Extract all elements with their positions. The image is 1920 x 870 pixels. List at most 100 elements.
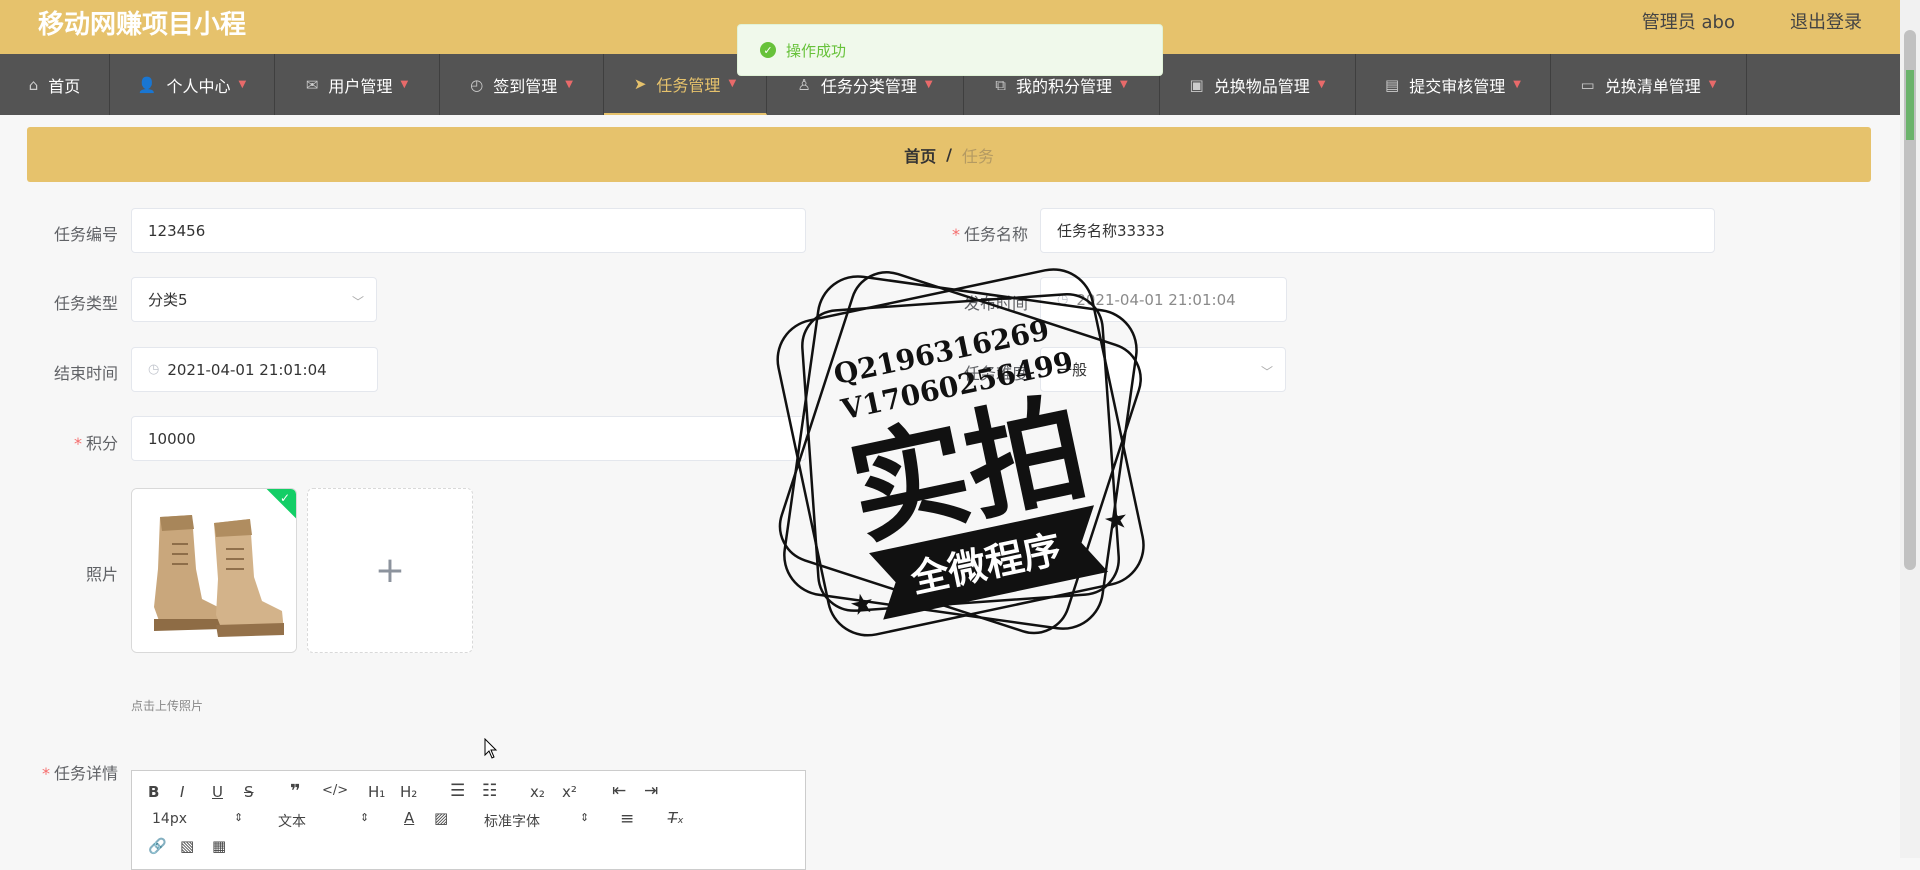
home-icon: ⌂: [28, 75, 39, 94]
admin-label: 管理员 abo: [1641, 12, 1735, 33]
end-time-value: 2021-04-01 21:01:04: [167, 360, 327, 379]
clear-format-icon[interactable]: T̶ₓ: [668, 809, 684, 827]
underline-icon[interactable]: U: [212, 783, 223, 801]
nav-item-user-manage[interactable]: ✉ 用户管理 ▼: [275, 54, 440, 115]
clipboard-icon: ▤: [1385, 75, 1400, 94]
format-select[interactable]: 文本: [278, 811, 306, 831]
crop-icon: ⧉: [995, 75, 1006, 94]
task-name-input[interactable]: 任务名称33333: [1040, 208, 1715, 253]
chevron-down-icon: ▼: [1120, 79, 1128, 90]
nav-item-signin-manage[interactable]: ◴ 签到管理 ▼: [440, 54, 604, 115]
breadcrumb-separator: /: [946, 145, 952, 164]
check-circle-icon: ✓: [760, 42, 776, 58]
required-mark: *: [951, 225, 960, 244]
mouse-cursor-icon: [484, 738, 498, 759]
chevron-down-icon: ▼: [1513, 79, 1521, 90]
nav-item-label: 用户管理: [328, 76, 393, 96]
mail-icon: ✉: [305, 75, 319, 94]
nav-item-label: 我的积分管理: [1016, 76, 1113, 96]
italic-icon[interactable]: I: [180, 783, 184, 801]
bullet-list-icon[interactable]: ☷: [482, 781, 497, 801]
updown-icon: ⇕: [580, 811, 590, 824]
chevron-down-icon: ▼: [924, 79, 933, 90]
task-type-label: 任务类型: [53, 294, 118, 313]
breadcrumb: 首页 / 任务: [27, 127, 1871, 182]
user-icon: 👤: [137, 75, 157, 94]
subscript-icon[interactable]: x₂: [530, 783, 545, 801]
uploaded-photo[interactable]: ✓: [131, 488, 297, 653]
task-no-value: 123456: [148, 221, 206, 240]
required-mark: *: [41, 764, 50, 783]
points-input[interactable]: 10000: [131, 416, 806, 461]
upload-tip: 点击上传照片: [131, 699, 204, 713]
nav-item-label: 任务管理: [656, 75, 721, 95]
breadcrumb-home[interactable]: 首页: [904, 143, 936, 167]
plus-icon: +: [374, 550, 406, 591]
paper-plane-icon: ➤: [633, 74, 647, 93]
chevron-down-icon: ▼: [238, 79, 247, 90]
briefcase-icon: ▣: [1189, 75, 1204, 94]
quote-icon[interactable]: ❞: [290, 781, 301, 802]
indent-icon[interactable]: ⇥: [644, 781, 658, 801]
superscript-icon[interactable]: x²: [562, 783, 577, 801]
task-name-label-text: 任务名称: [963, 225, 1028, 244]
task-name-value: 任务名称33333: [1057, 222, 1165, 240]
nav-item-personal-center[interactable]: 👤 个人中心 ▼: [110, 54, 275, 115]
watermark-stamp: Q2196316269 V17060256499 实拍 全微程序 ★ ★: [776, 268, 1145, 637]
heading2-icon[interactable]: H₂: [400, 783, 417, 801]
nav-item-submit-review-manage[interactable]: ▤ 提交审核管理 ▼: [1356, 54, 1551, 115]
task-type-value: 分类5: [148, 291, 188, 309]
task-type-select[interactable]: 分类5 ﹀: [131, 277, 377, 322]
end-time-input[interactable]: ◷ 2021-04-01 21:01:04: [131, 347, 378, 392]
chevron-down-icon: ▼: [1708, 79, 1717, 90]
font-size-select[interactable]: 14px: [152, 811, 187, 827]
photo-label: 照片: [85, 565, 118, 584]
nav-item-exchange-list-manage[interactable]: ▭ 兑换清单管理 ▼: [1551, 54, 1747, 115]
success-toast: ✓ 操作成功: [737, 24, 1163, 76]
font-color-icon[interactable]: A: [404, 809, 414, 827]
nav-item-label: 个人中心: [166, 76, 231, 96]
nav-item-label: 提交审核管理: [1409, 76, 1506, 96]
nav-item-exchange-goods-manage[interactable]: ▣ 兑换物品管理 ▼: [1160, 54, 1356, 115]
boots-image: [132, 489, 296, 652]
align-icon[interactable]: ≡: [620, 809, 634, 829]
points-value: 10000: [148, 429, 196, 448]
points-label-text: 积分: [85, 434, 118, 453]
font-family-select[interactable]: 标准字体: [484, 811, 540, 831]
vertical-scrollbar[interactable]: [1900, 0, 1920, 858]
logout-link[interactable]: 退出登录: [1790, 8, 1862, 34]
ordered-list-icon[interactable]: ☰: [450, 781, 465, 801]
app-title: 移动网赚项目小程: [38, 10, 247, 40]
details-label-text: 任务详情: [53, 764, 118, 783]
chevron-down-icon: ▼: [400, 79, 409, 90]
task-no-input[interactable]: 123456: [131, 208, 806, 253]
video-icon[interactable]: ▦: [212, 837, 226, 855]
heading1-icon[interactable]: H₁: [368, 783, 385, 801]
outdent-icon[interactable]: ⇤: [612, 781, 626, 801]
check-icon: ✓: [279, 491, 290, 505]
scroll-indicator: [1906, 70, 1914, 140]
bold-icon[interactable]: B: [148, 783, 159, 801]
nav-item-label: 任务分类管理: [820, 76, 917, 96]
star-icon: ★: [846, 585, 877, 622]
rich-text-editor[interactable]: B I U S ❞ </> H₁ H₂ ☰ ☷ x₂ x² ⇤ ⇥ 14px ⇕…: [131, 770, 806, 870]
task-name-label: * 任务名称: [930, 221, 1028, 245]
image-icon[interactable]: ▧: [180, 837, 194, 855]
nav-item-label: 首页: [48, 76, 81, 96]
toast-message: 操作成功: [786, 41, 847, 60]
chevron-down-icon: ﹀: [1260, 364, 1273, 379]
details-label: * 任务详情: [30, 760, 118, 784]
code-icon[interactable]: </>: [322, 783, 348, 798]
link-icon[interactable]: 🔗: [148, 837, 167, 855]
stamp-icon: ♙: [797, 75, 811, 94]
compass-icon: ◴: [470, 75, 484, 94]
chevron-down-icon: ▼: [728, 78, 737, 89]
background-color-icon[interactable]: ▨: [434, 809, 448, 827]
chevron-down-icon: ▼: [1317, 79, 1326, 90]
chevron-down-icon: ▼: [565, 79, 573, 90]
strikethrough-icon[interactable]: S: [244, 783, 254, 801]
nav-item-home[interactable]: ⌂ 首页: [0, 54, 110, 115]
chevron-down-icon: ﹀: [351, 294, 364, 309]
nav-item-label: 签到管理: [493, 76, 558, 96]
upload-add-button[interactable]: +: [307, 488, 473, 653]
